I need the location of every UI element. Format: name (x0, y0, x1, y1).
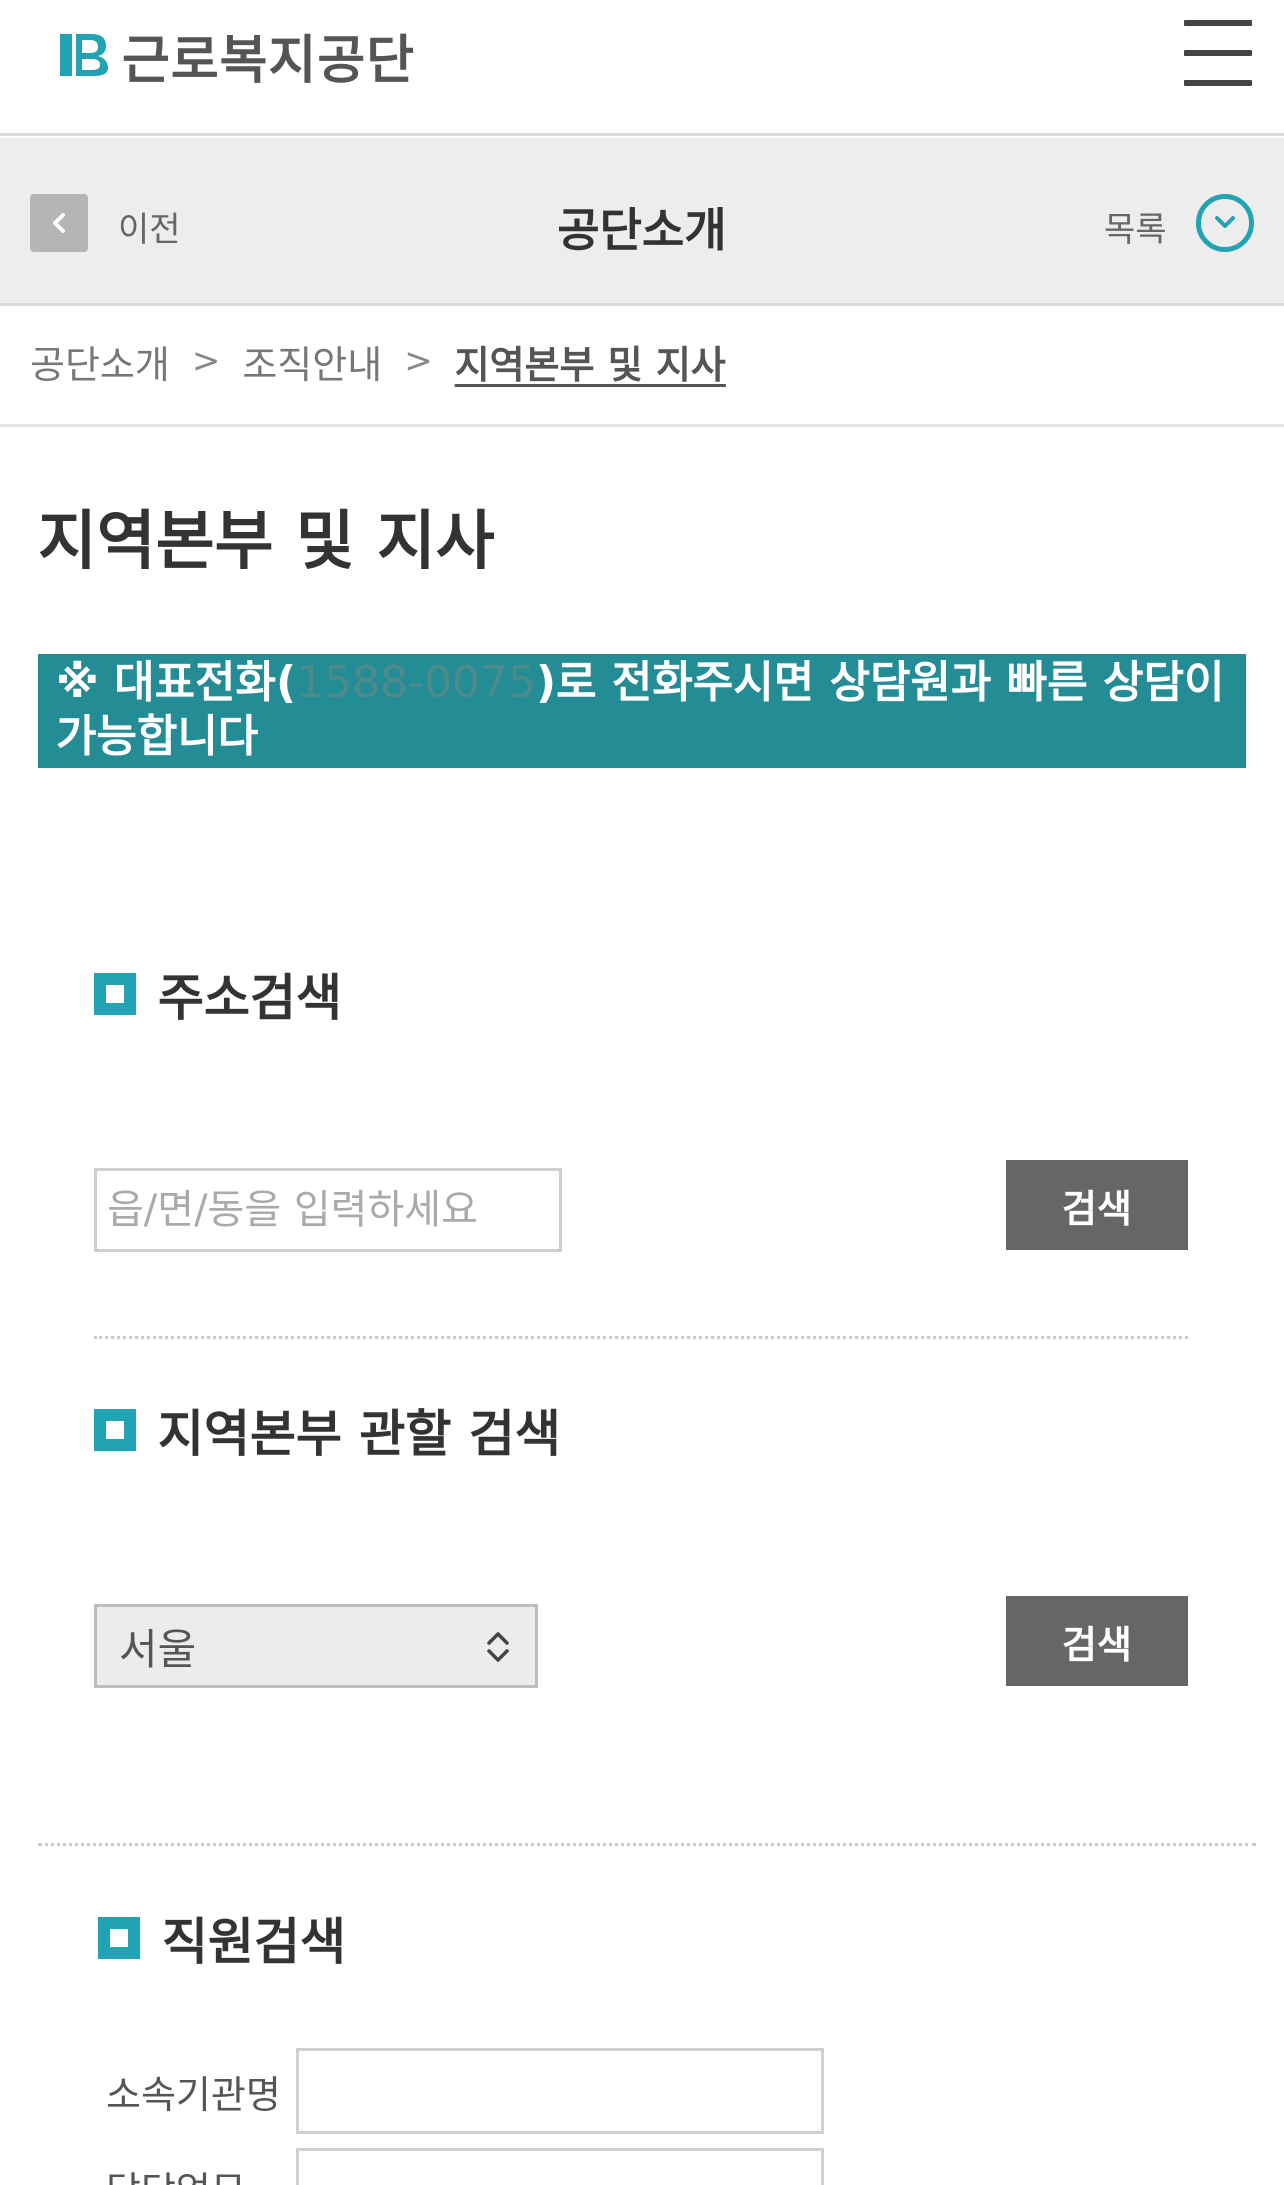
divider (0, 424, 1284, 427)
notice-prefix: ※ 대표전화( (56, 657, 297, 708)
menu-icon[interactable] (1184, 16, 1252, 90)
breadcrumb-separator-icon: > (404, 341, 433, 381)
address-search-input[interactable] (94, 1168, 562, 1252)
heading-text: 주소검색 (158, 969, 342, 1027)
page-title: 지역본부 및 지사 (38, 505, 495, 579)
chevron-down-icon (1215, 216, 1235, 228)
logo-mark-icon (60, 34, 108, 76)
duty-input[interactable] (296, 2148, 824, 2185)
address-search-heading: 주소검색 (94, 958, 342, 1030)
divider (38, 1843, 1256, 1846)
logo[interactable]: 근로복지공단 (56, 22, 415, 91)
divider (94, 1336, 1188, 1339)
breadcrumb-item[interactable]: 공단소개 (30, 334, 170, 389)
logo-text: 근로복지공단 (122, 30, 416, 91)
square-bullet-icon (98, 1917, 140, 1959)
duty-label: 담당업무 (106, 2160, 246, 2185)
breadcrumb-item[interactable]: 조직안내 (242, 334, 382, 389)
breadcrumb-current[interactable]: 지역본부 및 지사 (455, 334, 726, 389)
region-select-value: 서울 (119, 1624, 197, 1674)
site-header: 근로복지공단 (0, 0, 1284, 136)
region-search-heading: 지역본부 관할 검색 (94, 1394, 561, 1466)
region-select[interactable]: 서울 (94, 1604, 538, 1688)
region-search-button[interactable]: 검색 (1006, 1596, 1188, 1686)
list-toggle-button[interactable] (1196, 194, 1254, 252)
sub-navigation: 이전 공단소개 목록 (0, 138, 1284, 306)
square-bullet-icon (94, 1409, 136, 1451)
address-search-button[interactable]: 검색 (1006, 1160, 1188, 1250)
menu-line (1184, 80, 1252, 86)
breadcrumb: 공단소개 > 조직안내 > 지역본부 및 지사 (30, 328, 726, 394)
breadcrumb-separator-icon: > (191, 341, 221, 381)
list-label[interactable]: 목록 (1104, 202, 1167, 251)
select-arrows-icon (487, 1632, 509, 1662)
organization-input[interactable] (296, 2048, 824, 2134)
section-title: 공단소개 (557, 203, 727, 257)
phone-notice: ※ 대표전화(1588-0075)로 전화주시면 상담원과 빠른 상담이 가능합… (38, 654, 1246, 768)
staff-search-heading: 직원검색 (98, 1902, 346, 1974)
heading-text: 직원검색 (162, 1913, 346, 1971)
heading-text: 지역본부 관할 검색 (158, 1405, 561, 1463)
menu-line (1184, 20, 1252, 26)
phone-number-link[interactable]: 1588-0075 (296, 657, 536, 708)
organization-label: 소속기관명 (106, 2073, 281, 2117)
menu-line (1184, 50, 1252, 56)
square-bullet-icon (94, 973, 136, 1015)
